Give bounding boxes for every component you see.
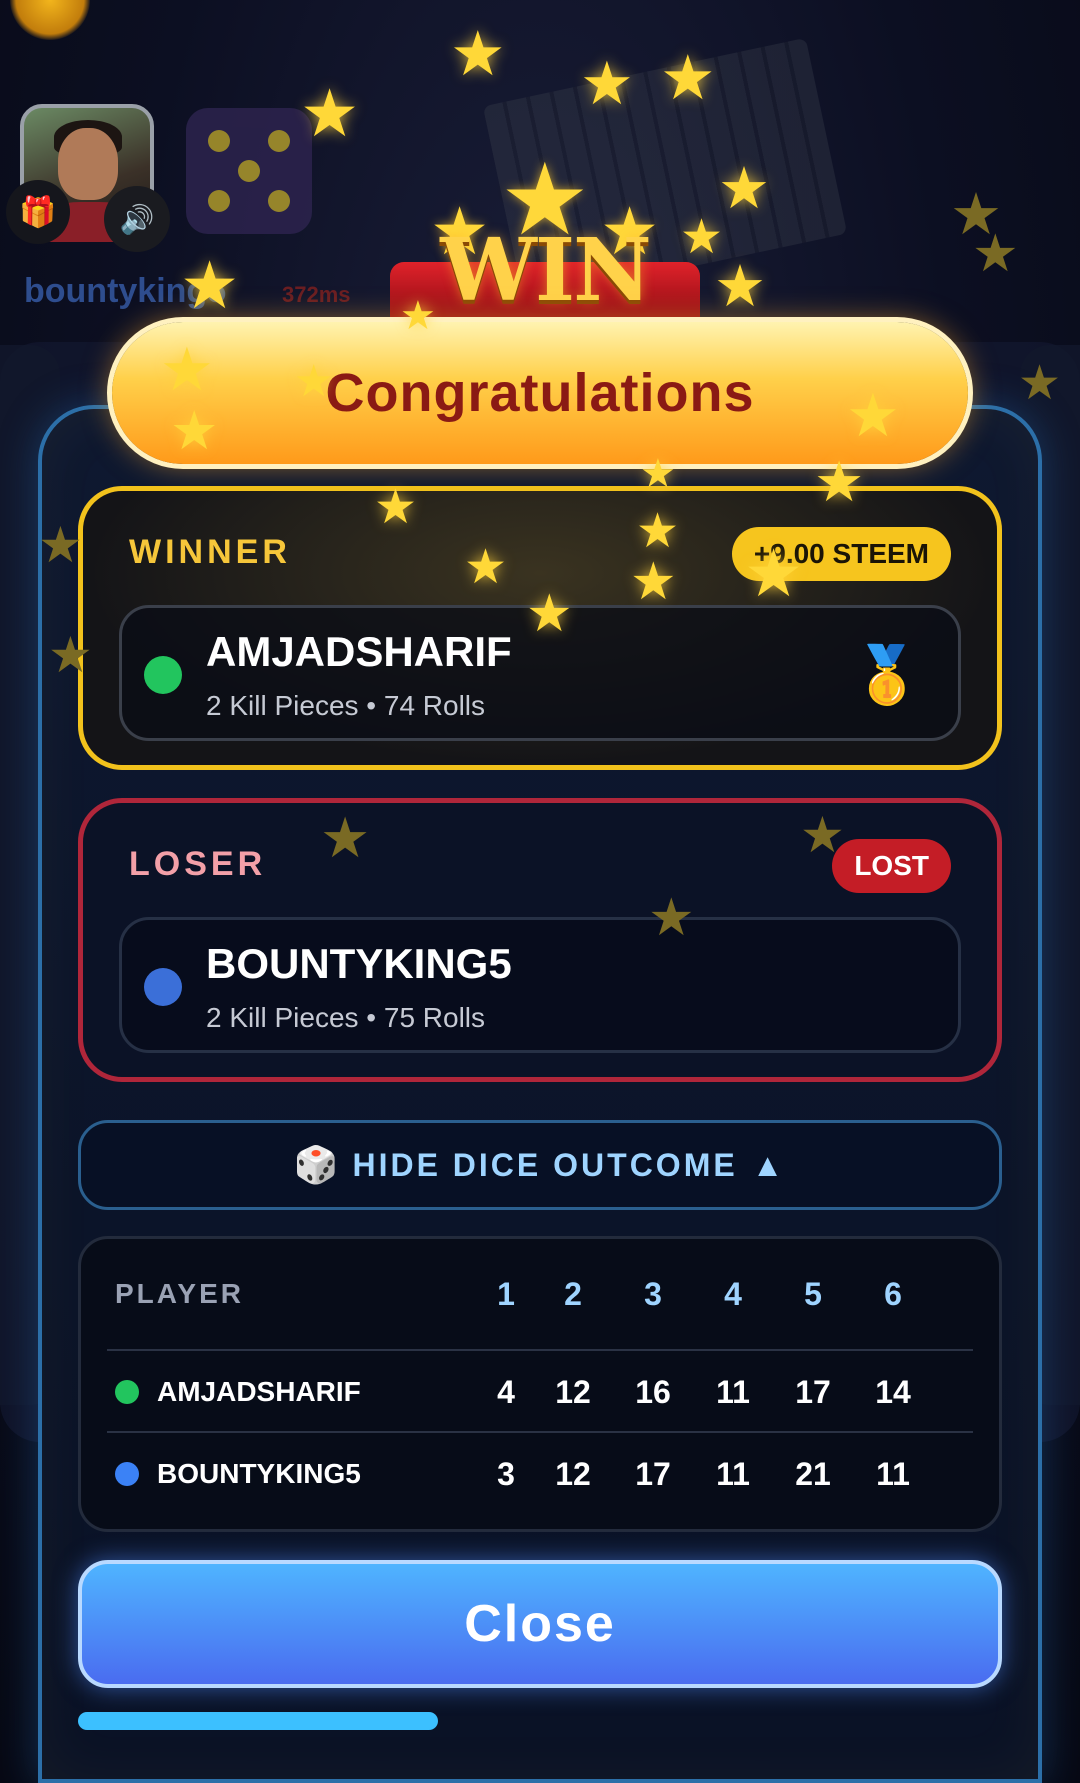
star-icon: ★ xyxy=(500,144,590,256)
winner-name: AMJADSHARIF xyxy=(206,628,512,675)
header-face-1: 1 xyxy=(497,1275,515,1312)
loser-title: LOSER xyxy=(129,845,267,883)
count-cell: 11 xyxy=(716,1455,750,1492)
star-icon: ★ xyxy=(320,806,371,869)
player-color-dot xyxy=(115,1380,139,1404)
congratulations-banner: Congratulations xyxy=(112,322,968,464)
row-player: AMJADSHARIF xyxy=(115,1351,361,1433)
star-icon: ★ xyxy=(38,517,83,573)
table-row: BOUNTYKING5 3 12 17 11 21 11 xyxy=(107,1431,973,1515)
count-cell: 16 xyxy=(635,1373,671,1410)
star-icon: ★ xyxy=(640,452,676,496)
winner-stats: 2 Kill Pieces • 74 Rolls xyxy=(206,690,486,721)
star-icon: ★ xyxy=(400,294,436,338)
star-icon: ★ xyxy=(294,357,334,406)
table-row: AMJADSHARIF 4 12 16 11 17 14 xyxy=(107,1349,973,1433)
winner-color-dot xyxy=(144,656,182,694)
chevron-up-icon: ▲ xyxy=(751,1146,787,1183)
dice-outcome-table: PLAYER 1 2 3 4 5 6 AMJADSHARIF 4 12 16 1… xyxy=(78,1236,1002,1532)
star-icon: ★ xyxy=(714,254,766,319)
star-icon: ★ xyxy=(718,156,770,221)
win-ribbon xyxy=(390,262,700,322)
star-icon: ★ xyxy=(800,807,845,863)
progress-fill xyxy=(78,1712,439,1730)
row-player: BOUNTYKING5 xyxy=(115,1433,361,1515)
auto-close-progress xyxy=(78,1712,1002,1730)
loser-stats: 2 Kill Pieces • 75 Rolls xyxy=(206,1002,486,1033)
loser-player-box: BOUNTYKING5 2 Kill Pieces • 75 Rolls xyxy=(119,917,961,1053)
count-cell: 11 xyxy=(876,1455,910,1492)
loser-card: LOSER LOST BOUNTYKING5 2 Kill Pieces • 7… xyxy=(78,798,1002,1082)
header-face-2: 2 xyxy=(564,1275,582,1312)
gift-icon[interactable]: 🎁 xyxy=(6,180,70,244)
background-dice xyxy=(186,108,312,234)
player-color-dot xyxy=(115,1462,139,1486)
row-player-name: AMJADSHARIF xyxy=(157,1376,361,1407)
loser-color-dot xyxy=(144,968,182,1006)
header-face-6: 6 xyxy=(884,1275,902,1312)
star-icon: ★ xyxy=(648,889,695,947)
dice-icon: 🎲 xyxy=(293,1144,339,1185)
speaker-icon[interactable]: 🔊 xyxy=(104,186,170,252)
star-icon: ★ xyxy=(846,382,900,449)
count-cell: 4 xyxy=(497,1373,515,1410)
table-header: PLAYER 1 2 3 4 5 6 xyxy=(107,1253,973,1335)
star-icon: ★ xyxy=(636,505,680,558)
loser-name: BOUNTYKING5 xyxy=(206,940,512,987)
hide-dice-outcome-button[interactable]: 🎲 HIDE DICE OUTCOME ▲ xyxy=(78,1120,1002,1210)
star-icon: ★ xyxy=(180,248,240,322)
star-icon: ★ xyxy=(744,536,804,610)
star-icon: ★ xyxy=(1018,357,1062,410)
winner-title: WINNER xyxy=(129,533,291,571)
ping-indicator: 372ms xyxy=(282,282,351,307)
count-cell: 12 xyxy=(555,1455,591,1492)
row-player-name: BOUNTYKING5 xyxy=(157,1458,361,1489)
banner-text: Congratulations xyxy=(325,363,755,423)
star-icon: ★ xyxy=(660,44,716,113)
star-icon: ★ xyxy=(464,541,508,594)
star-icon: ★ xyxy=(160,336,214,403)
star-icon: ★ xyxy=(580,50,634,117)
header-face-3: 3 xyxy=(644,1275,662,1312)
header-face-5: 5 xyxy=(804,1275,822,1312)
count-cell: 12 xyxy=(555,1373,591,1410)
lost-badge: LOST xyxy=(832,839,951,893)
star-icon: ★ xyxy=(630,553,677,611)
star-icon: ★ xyxy=(48,627,93,683)
close-label: Close xyxy=(464,1595,616,1653)
count-cell: 17 xyxy=(795,1373,831,1410)
star-icon: ★ xyxy=(170,401,219,461)
star-icon: ★ xyxy=(374,481,418,534)
sun-decoration xyxy=(10,0,90,40)
star-icon: ★ xyxy=(814,450,865,513)
header-player: PLAYER xyxy=(115,1278,245,1309)
medal-icon: 🥇 xyxy=(852,643,922,706)
dice-toggle-label: HIDE DICE OUTCOME xyxy=(352,1146,738,1183)
star-icon: ★ xyxy=(300,76,360,150)
count-cell: 11 xyxy=(716,1373,750,1410)
close-button[interactable]: Close xyxy=(78,1560,1002,1688)
count-cell: 3 xyxy=(497,1455,515,1492)
star-icon: ★ xyxy=(600,194,660,268)
star-icon: ★ xyxy=(526,585,573,643)
count-cell: 17 xyxy=(635,1455,671,1492)
count-cell: 14 xyxy=(875,1373,911,1410)
star-icon: ★ xyxy=(972,225,1019,283)
header-face-4: 4 xyxy=(724,1275,742,1312)
star-icon: ★ xyxy=(450,20,506,89)
count-cell: 21 xyxy=(795,1455,831,1492)
star-icon: ★ xyxy=(430,194,490,268)
